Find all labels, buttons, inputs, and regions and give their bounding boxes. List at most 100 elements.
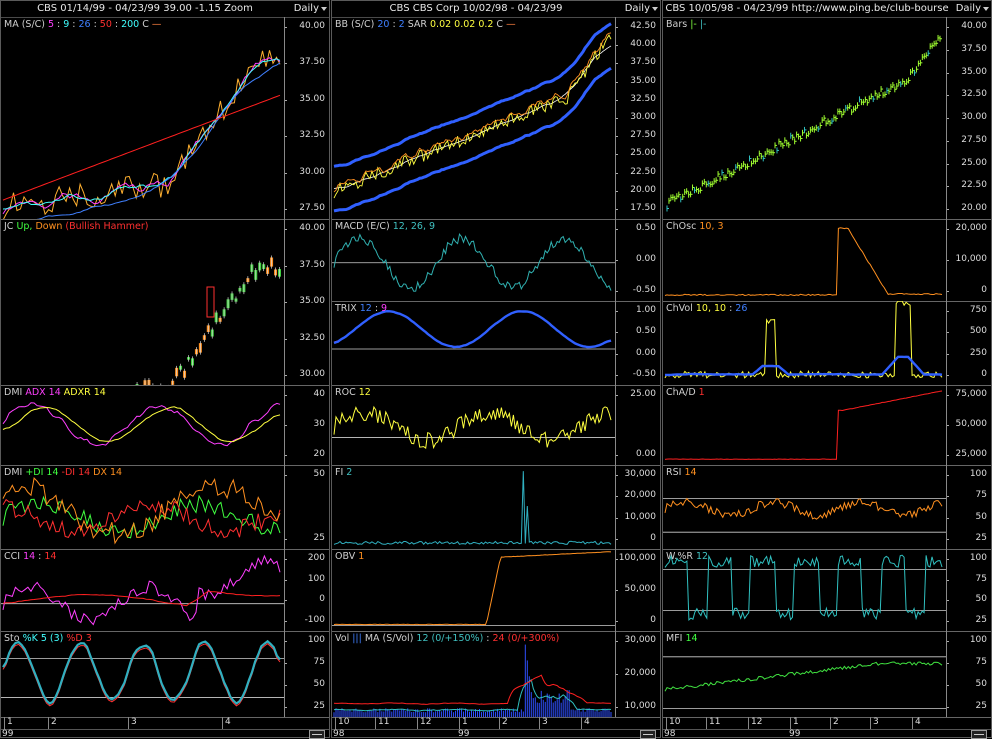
legend-item: 12 (0/+150%) — [416, 633, 484, 644]
legend-item: 14 — [685, 633, 698, 644]
y-axis-tick-label: 200 — [307, 553, 325, 563]
legend-item: 10, 3 — [699, 221, 724, 232]
panel-dmi1[interactable]: DMI ADX 14 ADXR 14 40 30 20 — [1, 385, 329, 466]
legend-item: : — [486, 633, 490, 644]
y-axis-tick-label: 32.50 — [630, 93, 656, 104]
legend-item: SAR — [407, 19, 427, 30]
chart-window-cbs-corp[interactable]: CBS CBS Corp 10/02/98 - 04/23/99 Daily B… — [331, 0, 661, 739]
legend-item: : — [114, 19, 119, 30]
y-axis-line — [284, 385, 285, 465]
panel-dmi2[interactable]: DMI +DI 14 -DI 14 DX 14 50 25 — [1, 465, 329, 550]
trix-line — [333, 309, 612, 349]
panel-chosc[interactable]: ChOsc 10, 3 20,000 10,000 0 — [663, 219, 991, 302]
y-axis-tick-label: 0.50 — [635, 326, 656, 337]
y-axis-tick-label: 30.00 — [299, 166, 325, 177]
y-axis-tick-label: 37.50 — [630, 57, 656, 68]
panel-cci[interactable]: CCI 14:14 200 100 0 -100 — [1, 549, 329, 632]
y-axis-line — [615, 631, 616, 717]
legend-item: — — [506, 19, 516, 30]
y-axis-tick-label: 10,000 — [955, 254, 988, 264]
panel-bars[interactable]: Bars |- |- 40.00 37.50 35.00 32.50 30.00 27.50 25… — [663, 17, 991, 220]
x-axis-tick — [539, 717, 540, 729]
y-axis-tick-label: 100 — [307, 635, 325, 645]
legend-item: : — [38, 551, 42, 562]
x-axis-tick — [912, 717, 913, 729]
y-axis-tick-label: 35.00 — [299, 296, 325, 306]
y-axis-tick-label: 0 — [981, 369, 987, 379]
x-axis-tick — [335, 717, 336, 729]
legend-item: MFI — [666, 633, 683, 644]
y-axis-tick-label: 250 — [969, 347, 987, 358]
y-axis-tick-label: 0 — [981, 285, 987, 295]
legend-item: 1 — [358, 551, 365, 562]
y-axis-line — [284, 465, 285, 549]
legend-item: 2 — [398, 19, 405, 30]
window-title: CBS 10/05/98 - 04/23/99 http://www.ping.… — [665, 3, 949, 14]
panel-legend: Vol ||| MA (S/Vol) 12 (0/+150%):24 (0/+300%… — [335, 633, 562, 644]
window-title: CBS 01/14/99 - 04/23/99 39.00 -1.15 Zoom — [37, 3, 253, 14]
x-axis-tick — [830, 717, 831, 729]
y-axis-tick-label: 27.50 — [299, 203, 325, 213]
legend-item: W.%R — [666, 551, 693, 562]
legend-item: 5 — [48, 19, 55, 30]
legend-item: Sto — [4, 633, 20, 644]
panel-trix[interactable]: TRIX 12:9 1.00 0.50 0.00 -0.50 — [332, 301, 660, 386]
panel-legend: ChOsc 10, 3 — [666, 221, 727, 232]
panel-macd[interactable]: MACD (E/C) 12, 26, 9 0.50 0.00 -0.50 — [332, 219, 660, 302]
x-axis-tick-label: 11 — [378, 717, 390, 727]
window-titlebar[interactable]: CBS 01/14/99 - 04/23/99 39.00 -1.15 Zoom… — [1, 1, 329, 18]
ma26-line — [36, 62, 281, 219]
y-axis-tick-label: 10,000 — [624, 701, 657, 711]
panel-fi[interactable]: FI 2 30,000 20,000 10,000 0 — [332, 465, 660, 550]
y-axis-tick-label: 0 — [650, 615, 656, 625]
legend-item: (Bullish Hammer) — [65, 221, 149, 232]
y-axis-tick-label: 40.00 — [299, 21, 325, 31]
panel-chvol[interactable]: ChVol 10, 10:26 750 500 250 0 — [663, 301, 991, 386]
panel-wr[interactable]: W.%R 12 100 75 50 25 — [663, 549, 991, 632]
mfi-line — [664, 661, 943, 692]
y-axis-tick-label: 37.50 — [961, 43, 987, 54]
legend-item: ChA/D — [666, 387, 696, 398]
x-axis-tick-label: 3 — [542, 717, 548, 727]
panel-legend: ChVol 10, 10:26 — [666, 303, 750, 314]
y-axis-line — [946, 301, 947, 385]
panel-sto[interactable]: Sto %K 5 (3) %D 3 100 75 50 25 — [1, 631, 329, 718]
panel-obv[interactable]: OBV 1 100,000 50,000 0 — [332, 549, 660, 632]
period-dropdown[interactable]: Daily — [625, 3, 659, 14]
panel-mfi[interactable]: MFI 14 100 75 50 25 — [663, 631, 991, 718]
y-axis-tick-label: 27.50 — [630, 130, 656, 141]
panel-bb[interactable]: BB (S/C) 20:2 SAR 0.02 0.02 0.2 C —42.50 40.00 37… — [332, 17, 660, 220]
legend-item: 200 — [121, 19, 140, 30]
y-axis-line — [946, 17, 947, 219]
y-axis-tick-label: 32.50 — [299, 332, 325, 343]
y-axis-tick-label: 42.50 — [630, 21, 656, 31]
panel-chad[interactable]: ChA/D 1 75,000 50,000 25,000 — [663, 385, 991, 466]
legend-item: +DI 14 — [25, 467, 59, 478]
period-dropdown[interactable]: Daily — [956, 3, 990, 14]
window-titlebar[interactable]: CBS 10/05/98 - 04/23/99 http://www.ping.… — [663, 1, 991, 18]
panel-rsi[interactable]: RSI 14 100 75 50 25 — [663, 465, 991, 550]
legend-item: 12, 26, 9 — [392, 221, 436, 232]
chart-plot-obv — [332, 551, 615, 626]
x-axis-tick-label: 3 — [873, 717, 879, 727]
legend-item: 10, 10 — [695, 303, 727, 314]
legend-item: 26 — [735, 303, 748, 314]
legend-item: 20 — [377, 19, 390, 30]
x-axis-tick — [666, 717, 667, 729]
legend-item: : — [374, 303, 379, 314]
chart-window-bars[interactable]: CBS 10/05/98 - 04/23/99 http://www.ping.… — [662, 0, 992, 739]
y-axis-tick-label: 25.00 — [630, 389, 656, 399]
chart-plot-bb — [333, 22, 612, 213]
legend-item: Vol — [335, 633, 350, 644]
y-axis-tick-label: 0.50 — [635, 223, 656, 233]
period-dropdown[interactable]: Daily — [294, 3, 328, 14]
window-titlebar[interactable]: CBS CBS Corp 10/02/98 - 04/23/99 Daily — [332, 1, 660, 18]
chart-window-zoom[interactable]: CBS 01/14/99 - 04/23/99 39.00 -1.15 Zoom… — [0, 0, 330, 739]
legend-item: TRIX — [335, 303, 357, 314]
panel-roc[interactable]: ROC 12 25.00 0.00 — [332, 385, 660, 466]
y-axis-tick-label: 30,000 — [624, 635, 657, 645]
legend-item: 0.02 — [430, 19, 452, 30]
panel-vol[interactable]: Vol ||| MA (S/Vol) 12 (0/+150%):24 (0/+300%… — [332, 631, 660, 718]
panel-jc[interactable]: JC Up, Down (Bullish Hammer) 40.00 37.50 35.00… — [1, 219, 329, 386]
panel-ma[interactable]: MA (S/C) 5:9:26:50:200 C —40.00 37.50 35.00 32… — [1, 17, 329, 220]
